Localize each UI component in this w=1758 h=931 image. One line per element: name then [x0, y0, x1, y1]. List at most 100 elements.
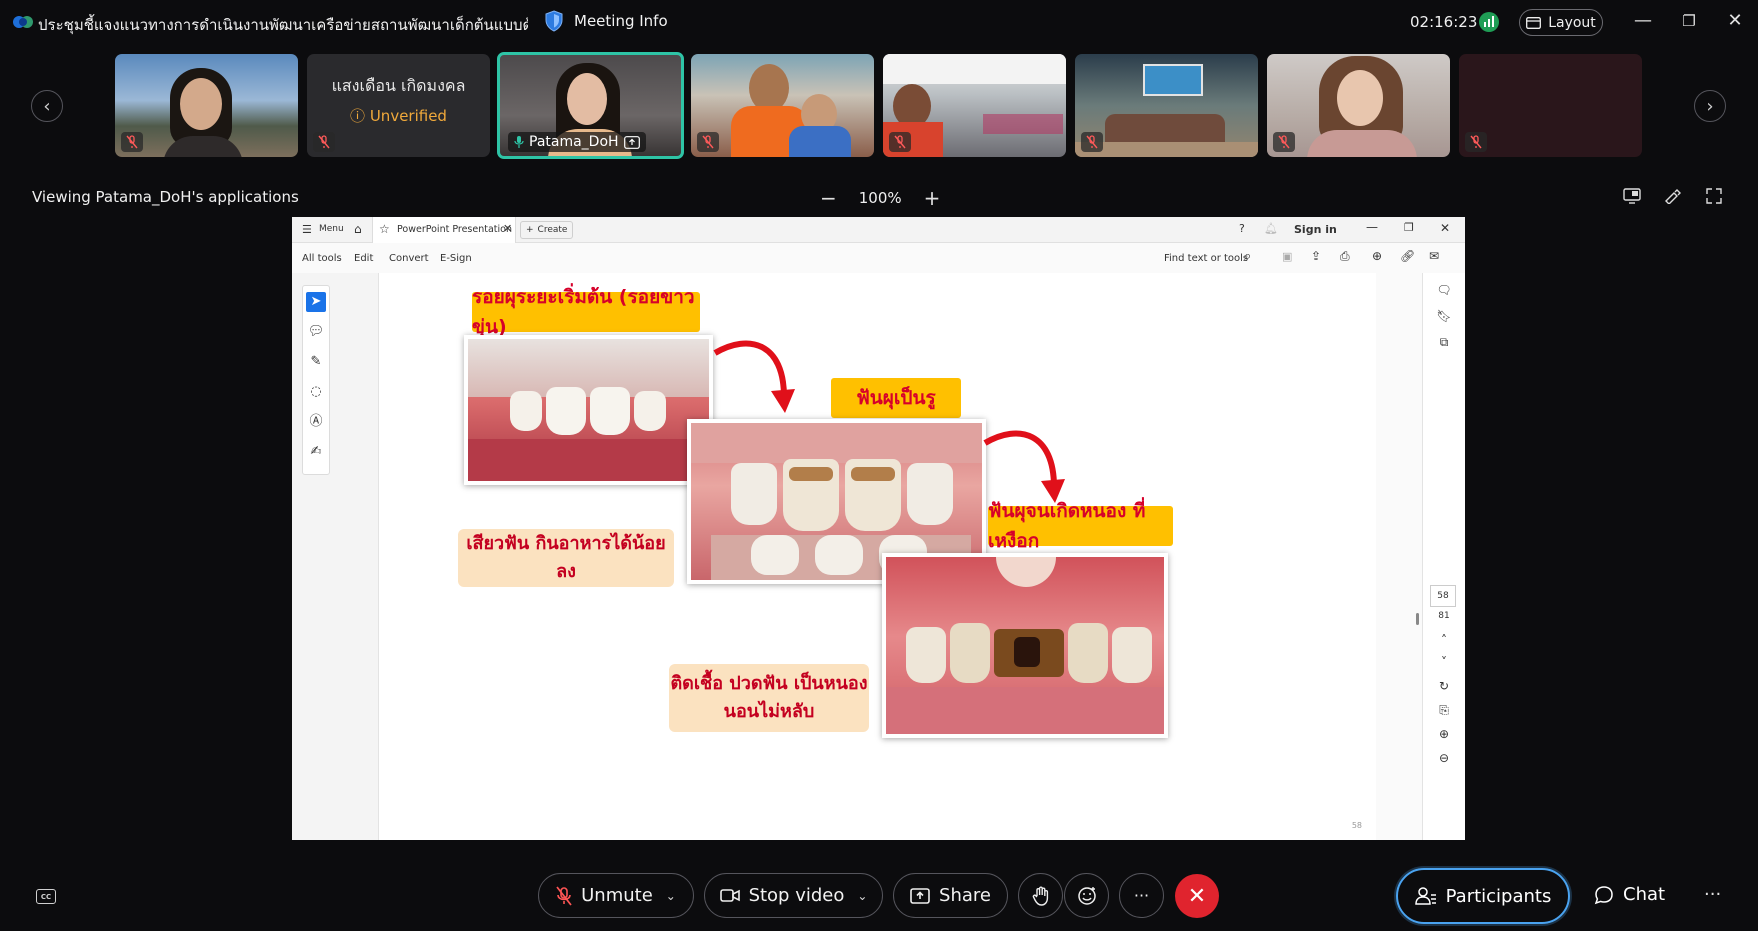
stop-video-button[interactable]: Stop video ⌄ [704, 873, 883, 918]
chevron-down-icon[interactable]: ⌄ [666, 889, 676, 903]
slide-label-early: รอยผุระยะเริ่มต้น (รอยขาวขุ่น) [472, 286, 700, 338]
participant-video-tile[interactable] [1459, 54, 1642, 157]
meeting-timer: 02:16:23 [1410, 13, 1478, 31]
share-label: Share [939, 885, 991, 906]
more-options-button[interactable]: ··· [1119, 873, 1164, 918]
participants-icon [1414, 887, 1436, 905]
document-tab[interactable]: ☆ PowerPoint Presentation ✕ [372, 217, 516, 243]
highlight-pen-icon[interactable]: ✎ [306, 352, 326, 372]
restore-icon[interactable]: ❐ [1677, 12, 1701, 30]
participant-video-tile[interactable] [883, 54, 1066, 157]
participant-name: แสงเดือน เกิดมงคล [331, 75, 466, 95]
annotate-icon[interactable] [1663, 188, 1683, 208]
create-button[interactable]: + Create [520, 221, 574, 239]
pdf-left-panel: ➤ 💬︎ ✎ ◌ Ⓐ ✍ [292, 273, 379, 840]
save-icon[interactable]: ▣ [1282, 250, 1292, 263]
video-camera-icon [719, 889, 740, 902]
zoom-out-button[interactable]: − [820, 186, 837, 210]
link-icon[interactable]: 🔗︎ [1400, 249, 1415, 263]
title-bar: ประชุมชี้แจงแนวทางการดำเนินงานพัฒนาเครือ… [0, 0, 1758, 46]
help-icon[interactable]: ? [1239, 222, 1245, 235]
hamburger-icon[interactable]: ☰ [302, 223, 312, 236]
print-icon[interactable]: ⎙ [1340, 249, 1350, 264]
slide-note-infection-line1: ติดเชื้อ ปวดฟัน เป็นหนอง [670, 673, 868, 695]
text-box-icon[interactable]: Ⓐ [306, 412, 326, 432]
comments-panel-icon[interactable]: 🗨︎ [1435, 283, 1453, 297]
share-button[interactable]: Share [893, 873, 1008, 918]
comment-icon[interactable]: 💬︎ [306, 322, 326, 342]
slide-note-infection-line2: นอนไม่หลับ [723, 701, 815, 722]
upload-icon[interactable]: ⇪ [1311, 249, 1321, 263]
stamp-icon[interactable]: ✍ [306, 442, 326, 462]
unmute-label: Unmute [581, 885, 653, 906]
pages-icon[interactable]: ⧉ [1435, 335, 1453, 350]
zoom-in-button[interactable]: + [924, 186, 941, 210]
menu-label[interactable]: Menu [319, 224, 344, 234]
emoji-icon [1077, 886, 1096, 905]
participant-name-tile[interactable]: แสงเดือน เกิดมงคล ⓘ Unverified [307, 54, 490, 157]
zoom-out-icon[interactable]: ⊖ [1435, 751, 1453, 765]
unverified-icon: ⓘ [350, 106, 366, 125]
shared-application-view[interactable]: ☰ Menu ⌂ ☆ PowerPoint Presentation ✕ + Cr… [292, 217, 1465, 840]
participant-video-tile[interactable] [691, 54, 874, 157]
tool-convert[interactable]: Convert [389, 253, 429, 264]
extract-page-icon[interactable]: ⎘ [1435, 703, 1453, 718]
search-icon[interactable]: ⌕ [1244, 249, 1251, 264]
muted-mic-icon [121, 132, 143, 152]
zoom-in-icon[interactable]: ⊕ [1435, 727, 1453, 741]
meeting-title: ประชุมชี้แจงแนวทางการดำเนินงานพัฒนาเครือ… [38, 16, 528, 34]
pdf-close-icon[interactable]: ✕ [1440, 221, 1450, 235]
layout-button[interactable]: Layout [1519, 9, 1603, 36]
bookmark-icon[interactable]: 🔖︎ [1435, 309, 1453, 323]
muted-mic-icon [1081, 132, 1103, 152]
scrollbar-handle[interactable] [1416, 613, 1419, 625]
unverified-status: ⓘ Unverified [350, 106, 447, 125]
network-signal-icon[interactable] [1479, 12, 1499, 32]
star-icon[interactable]: ☆ [379, 222, 390, 236]
fullscreen-icon[interactable] [1704, 188, 1724, 208]
tool-edit[interactable]: Edit [354, 253, 373, 264]
chat-button[interactable]: Chat [1594, 884, 1665, 905]
reactions-button[interactable] [1064, 873, 1109, 918]
raise-hand-button[interactable] [1018, 873, 1063, 918]
participants-button[interactable]: Participants [1396, 868, 1570, 924]
share-file-icon[interactable]: ⊕ [1372, 249, 1382, 263]
photo-early-caries [464, 335, 713, 485]
current-page-field[interactable]: 58 [1430, 585, 1456, 607]
sign-in-button[interactable]: Sign in [1294, 223, 1337, 236]
pdf-restore-icon[interactable]: ❐ [1404, 221, 1414, 234]
pdf-minimize-icon[interactable]: — [1366, 220, 1378, 234]
stop-video-label: Stop video [748, 885, 845, 906]
muted-mic-icon [889, 132, 911, 152]
participant-video-tile[interactable] [1267, 54, 1450, 157]
lasso-icon[interactable]: ◌ [306, 382, 326, 402]
active-speaker-tile[interactable]: Patama_DoH [497, 52, 684, 159]
close-icon[interactable]: ✕ [1723, 10, 1747, 31]
rotate-icon[interactable]: ↻ [1435, 679, 1453, 693]
leave-meeting-button[interactable]: ✕ [1175, 874, 1219, 918]
home-icon[interactable]: ⌂ [354, 222, 362, 236]
tool-all-tools[interactable]: All tools [302, 253, 342, 264]
photo-abscess [882, 553, 1168, 738]
select-cursor-icon[interactable]: ➤ [306, 292, 326, 312]
unmute-button[interactable]: Unmute ⌄ [538, 873, 694, 918]
zoom-controls: − 100% + [820, 186, 940, 210]
participant-video-tile[interactable] [1075, 54, 1258, 157]
tool-esign[interactable]: E-Sign [440, 253, 472, 264]
close-tab-icon[interactable]: ✕ [503, 222, 512, 235]
minimize-icon[interactable]: — [1631, 10, 1655, 31]
bell-icon[interactable]: 🔔︎ [1264, 222, 1278, 235]
find-tools-input[interactable]: Find text or tools [1164, 253, 1248, 264]
mic-icon [514, 136, 524, 148]
meeting-info-button[interactable]: Meeting Info [544, 10, 668, 32]
more-panels-button[interactable]: ··· [1704, 884, 1721, 905]
chevron-down-icon[interactable]: ⌄ [857, 889, 867, 903]
email-icon[interactable]: ✉ [1429, 249, 1439, 263]
page-down-icon[interactable]: ˅ [1435, 655, 1453, 669]
page-up-icon[interactable]: ˄ [1435, 633, 1453, 647]
strip-next-button[interactable]: › [1694, 90, 1726, 122]
participant-video-tile[interactable] [115, 54, 298, 157]
strip-prev-button[interactable]: ‹ [31, 90, 63, 122]
closed-captions-icon[interactable]: CC [36, 889, 56, 904]
popout-share-icon[interactable] [1622, 188, 1642, 208]
